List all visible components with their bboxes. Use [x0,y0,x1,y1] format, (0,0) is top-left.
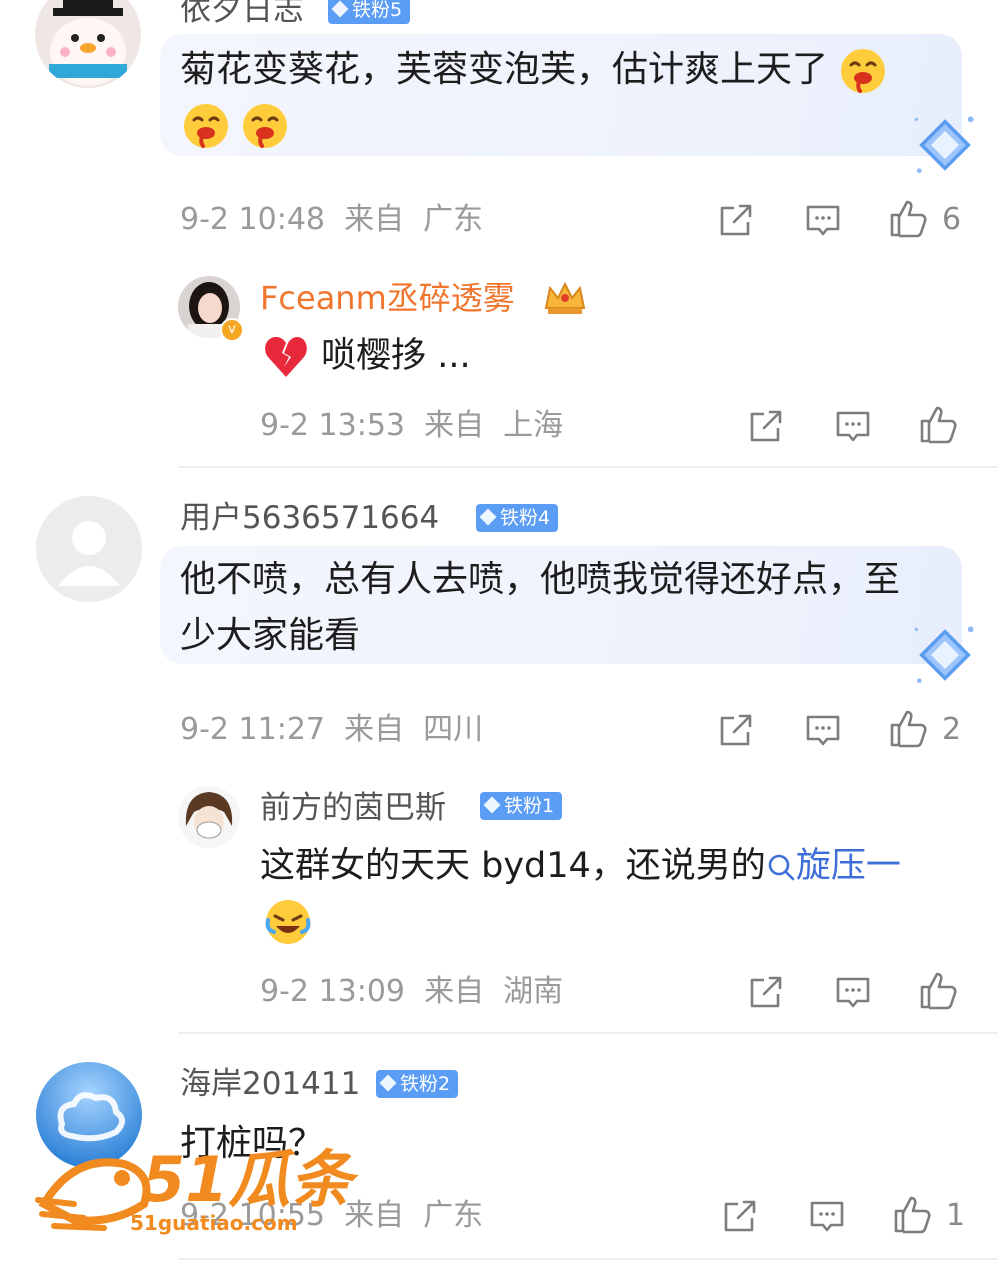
repost-icon[interactable] [718,202,754,238]
watermark-brand: 51瓜条 [142,1143,353,1216]
search-link[interactable]: 旋压一 [766,846,901,886]
crown-icon [544,281,586,314]
reply-meta: 9-2 13:53 来自 上海 [260,408,564,443]
like-icon[interactable] [918,970,958,1010]
reply-avatar[interactable] [178,786,240,848]
diamond-icon [479,508,497,526]
divider [178,1258,998,1260]
reply-username[interactable]: 前方的茵巴斯 [260,788,446,828]
repost-icon[interactable] [718,712,754,748]
fan-badge[interactable]: 铁粉5 [328,0,411,24]
divider [178,466,998,468]
laughing-emoji [264,898,312,946]
diamond-decoration-icon [910,620,980,690]
drooling-emoji [241,102,289,150]
like-icon[interactable] [918,404,958,444]
username[interactable]: 海岸201411 [180,1064,360,1104]
repost-icon[interactable] [722,1198,758,1234]
reply-username[interactable]: Fceanm丞碎透雾 [260,278,515,318]
comment-icon[interactable] [805,712,841,748]
penguin-avatar-icon [35,0,141,88]
like-count: 6 [942,202,962,237]
comment-icon[interactable] [809,1198,845,1234]
drooling-emoji [182,102,230,150]
search-icon [768,854,795,881]
default-user-icon [36,496,142,602]
emoji-row [182,102,289,154]
comment-text-line2: 少大家能看 [180,615,361,656]
drooling-emoji [839,47,887,95]
comment-icon[interactable] [835,408,871,444]
comment-meta: 9-2 10:48 来自 广东 [180,202,484,237]
like-icon[interactable] [888,198,928,238]
fan-badge[interactable]: 铁粉4 [476,504,559,532]
watermark-url: 51guatiao.com [130,1211,298,1235]
username[interactable]: 依夕日志 [180,0,304,30]
comment-text: 菊花变葵花，芙蓉变泡芙，估计爽上天了 [180,42,887,98]
reply-text: 这群女的天天 byd14，还说男的 旋压一 [260,846,901,886]
watermark: 51瓜条 51guatiao.com [34,1140,354,1240]
repost-icon[interactable] [748,974,784,1010]
repost-icon[interactable] [748,408,784,444]
comment-text-line1: 他不喷，总有人去喷，他喷我觉得还好点，至 [180,559,901,600]
like-icon[interactable] [892,1194,932,1234]
anime-avatar-icon [178,786,240,848]
diamond-icon [379,1074,397,1092]
username[interactable]: 用户5636571664 [180,498,439,538]
diamond-decoration-icon [910,110,980,180]
verified-badge-icon: v [220,318,244,342]
divider [178,1032,998,1034]
broken-heart-emoji [265,337,307,377]
fan-badge[interactable]: 铁粉2 [376,1070,459,1098]
reply-meta: 9-2 13:09 来自 湖南 [260,974,564,1009]
like-count: 1 [946,1198,966,1233]
avatar[interactable] [36,496,142,602]
reply-text: 唢樱拸 ... [262,328,471,384]
diamond-icon [331,0,349,18]
avatar[interactable] [35,0,141,88]
like-count: 2 [942,712,962,747]
comment-icon[interactable] [835,974,871,1010]
fan-badge[interactable]: 铁粉1 [480,792,563,820]
comment-icon[interactable] [805,202,841,238]
comment-meta: 9-2 11:27 来自 四川 [180,712,484,747]
like-icon[interactable] [888,708,928,748]
diamond-icon [483,796,501,814]
